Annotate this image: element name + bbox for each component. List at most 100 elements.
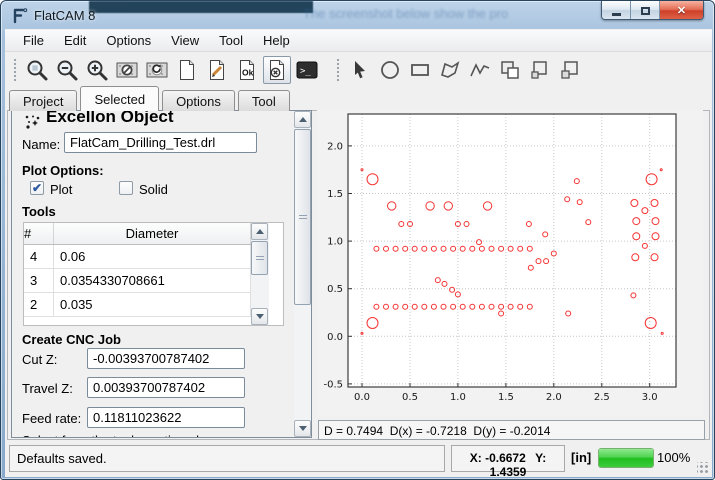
arrow-down-icon bbox=[256, 314, 264, 319]
panel-scrollbar bbox=[294, 111, 312, 437]
name-label: Name: bbox=[22, 137, 60, 152]
cut-z-label: Cut Z: bbox=[22, 352, 57, 367]
background-window-ghost-text: The screenshot below show the pro bbox=[303, 6, 589, 22]
menu-bar: File Edit Options View Tool Help bbox=[5, 30, 712, 52]
plot-options-label: Plot Options: bbox=[22, 163, 104, 178]
progress-percent: 100% bbox=[657, 450, 690, 465]
excellon-drill-icon bbox=[24, 114, 42, 132]
cut-z-input[interactable] bbox=[87, 348, 245, 369]
toolbar-drag-handle[interactable] bbox=[336, 58, 341, 82]
maximize-button[interactable] bbox=[631, 1, 660, 20]
svg-text:>_: >_ bbox=[300, 67, 311, 77]
tool-diameter: 0.06 bbox=[54, 245, 251, 268]
plot-checkbox-label[interactable]: Plot bbox=[50, 182, 72, 197]
selected-panel-content: Excellon Object Name: Plot Options: ✔ Pl… bbox=[12, 111, 294, 437]
draw-rectangle-icon[interactable] bbox=[406, 56, 434, 84]
zoom-out-icon[interactable] bbox=[53, 56, 81, 84]
draw-circle-icon[interactable] bbox=[376, 56, 404, 84]
tools-table-header: # Diameter bbox=[24, 223, 251, 245]
close-button[interactable]: ✕ bbox=[660, 1, 703, 20]
travel-z-input[interactable] bbox=[87, 377, 245, 398]
travel-z-label: Travel Z: bbox=[22, 381, 73, 396]
minimize-button[interactable] bbox=[602, 1, 631, 20]
tool-number: 3 bbox=[24, 269, 54, 292]
svg-text:0.5: 0.5 bbox=[327, 284, 343, 295]
solid-checkbox-label[interactable]: Solid bbox=[139, 182, 168, 197]
object-title: Excellon Object bbox=[46, 111, 174, 127]
draw-polyline-icon[interactable] bbox=[466, 56, 494, 84]
scroll-up-button[interactable] bbox=[251, 223, 268, 240]
name-input[interactable] bbox=[64, 132, 257, 153]
svg-text:2.0: 2.0 bbox=[327, 141, 343, 152]
cnc-section-label: Create CNC Job bbox=[22, 332, 121, 347]
thumb-grip bbox=[256, 256, 264, 262]
plot-checkbox[interactable]: ✔ bbox=[30, 181, 44, 195]
select-icon[interactable] bbox=[346, 56, 374, 84]
svg-text:Ok: Ok bbox=[242, 68, 254, 78]
tab-bar: Project Selected Options Tool bbox=[9, 89, 710, 111]
svg-text:1.5: 1.5 bbox=[327, 189, 343, 200]
tab-options[interactable]: Options bbox=[162, 90, 235, 111]
feed-rate-input[interactable] bbox=[87, 407, 245, 428]
save-ok-icon[interactable]: Ok bbox=[233, 56, 261, 84]
progress-fill bbox=[599, 449, 653, 467]
table-row[interactable]: 2 0.035 bbox=[24, 293, 251, 317]
progress-bar bbox=[598, 448, 654, 468]
tool-number: 4 bbox=[24, 245, 54, 268]
solid-checkbox[interactable] bbox=[119, 181, 133, 195]
scrollbar-thumb[interactable] bbox=[251, 241, 268, 275]
scrollbar-thumb[interactable] bbox=[294, 129, 311, 305]
window-title: FlatCAM 8 bbox=[34, 8, 95, 23]
table-scrollbar bbox=[251, 223, 269, 325]
title-bar[interactable]: The screenshot below show the pro FlatCA… bbox=[1, 1, 714, 29]
table-row[interactable]: 4 0.06 bbox=[24, 245, 251, 269]
svg-text:2.0: 2.0 bbox=[546, 392, 562, 403]
new-project-icon[interactable] bbox=[173, 56, 201, 84]
toolbar-drag-handle[interactable] bbox=[13, 58, 18, 82]
tool-diameter: 0.035 bbox=[54, 293, 251, 316]
scroll-down-button[interactable] bbox=[294, 420, 311, 437]
column-header-number[interactable]: # bbox=[24, 223, 54, 244]
feed-rate-label: Feed rate: bbox=[22, 411, 81, 426]
menu-file[interactable]: File bbox=[13, 30, 54, 51]
shell-icon[interactable]: >_ bbox=[293, 56, 321, 84]
flatcam-window: The screenshot below show the pro FlatCA… bbox=[0, 0, 715, 480]
menu-edit[interactable]: Edit bbox=[54, 30, 96, 51]
edit-object-icon[interactable] bbox=[203, 56, 231, 84]
resize-grip[interactable] bbox=[697, 462, 709, 474]
svg-text:2.5: 2.5 bbox=[594, 392, 610, 403]
tab-selected[interactable]: Selected bbox=[80, 86, 159, 111]
table-row[interactable]: 3 0.0354330708661 bbox=[24, 269, 251, 293]
svg-text:1.0: 1.0 bbox=[450, 392, 466, 403]
copy-objects-icon[interactable] bbox=[496, 56, 524, 84]
status-bar: Defaults saved. X: -0.6672 Y: 1.4359 [in… bbox=[5, 441, 712, 477]
scroll-up-button[interactable] bbox=[294, 111, 311, 128]
zoom-in-icon[interactable] bbox=[83, 56, 111, 84]
minimize-icon bbox=[612, 13, 621, 16]
scroll-down-button[interactable] bbox=[251, 308, 268, 325]
cursor-coordinates: X: -0.6672 Y: 1.4359 bbox=[451, 445, 565, 472]
tab-project[interactable]: Project bbox=[9, 90, 77, 111]
background-window-ghost bbox=[89, 1, 313, 13]
app-logo-icon bbox=[11, 7, 28, 24]
move-objects-icon[interactable] bbox=[526, 56, 554, 84]
plot-canvas[interactable]: 0.00.51.01.52.02.53.02.01.51.00.50.0-0.5 bbox=[317, 110, 703, 416]
menu-view[interactable]: View bbox=[161, 30, 209, 51]
thumb-grip bbox=[299, 215, 307, 221]
replot-icon[interactable] bbox=[143, 56, 171, 84]
zoom-fit-icon[interactable] bbox=[23, 56, 51, 84]
menu-options[interactable]: Options bbox=[96, 30, 161, 51]
menu-help[interactable]: Help bbox=[253, 30, 300, 51]
draw-polygon-icon[interactable] bbox=[436, 56, 464, 84]
clear-plot-icon[interactable] bbox=[113, 56, 141, 84]
column-header-diameter[interactable]: Diameter bbox=[54, 223, 251, 244]
delete-object-icon[interactable] bbox=[263, 56, 291, 84]
duplicate-objects-icon[interactable] bbox=[556, 56, 584, 84]
window-controls: ✕ bbox=[601, 1, 704, 20]
tab-tool[interactable]: Tool bbox=[238, 90, 290, 111]
tools-table: # Diameter 4 0.06 3 0.0354330708661 2 0.… bbox=[23, 222, 284, 326]
tool-number: 2 bbox=[24, 293, 54, 316]
status-message: Defaults saved. bbox=[9, 445, 445, 472]
menu-tool[interactable]: Tool bbox=[209, 30, 253, 51]
drill-scatter-plot: 0.00.51.01.52.02.53.02.01.51.00.50.0-0.5 bbox=[317, 110, 703, 416]
